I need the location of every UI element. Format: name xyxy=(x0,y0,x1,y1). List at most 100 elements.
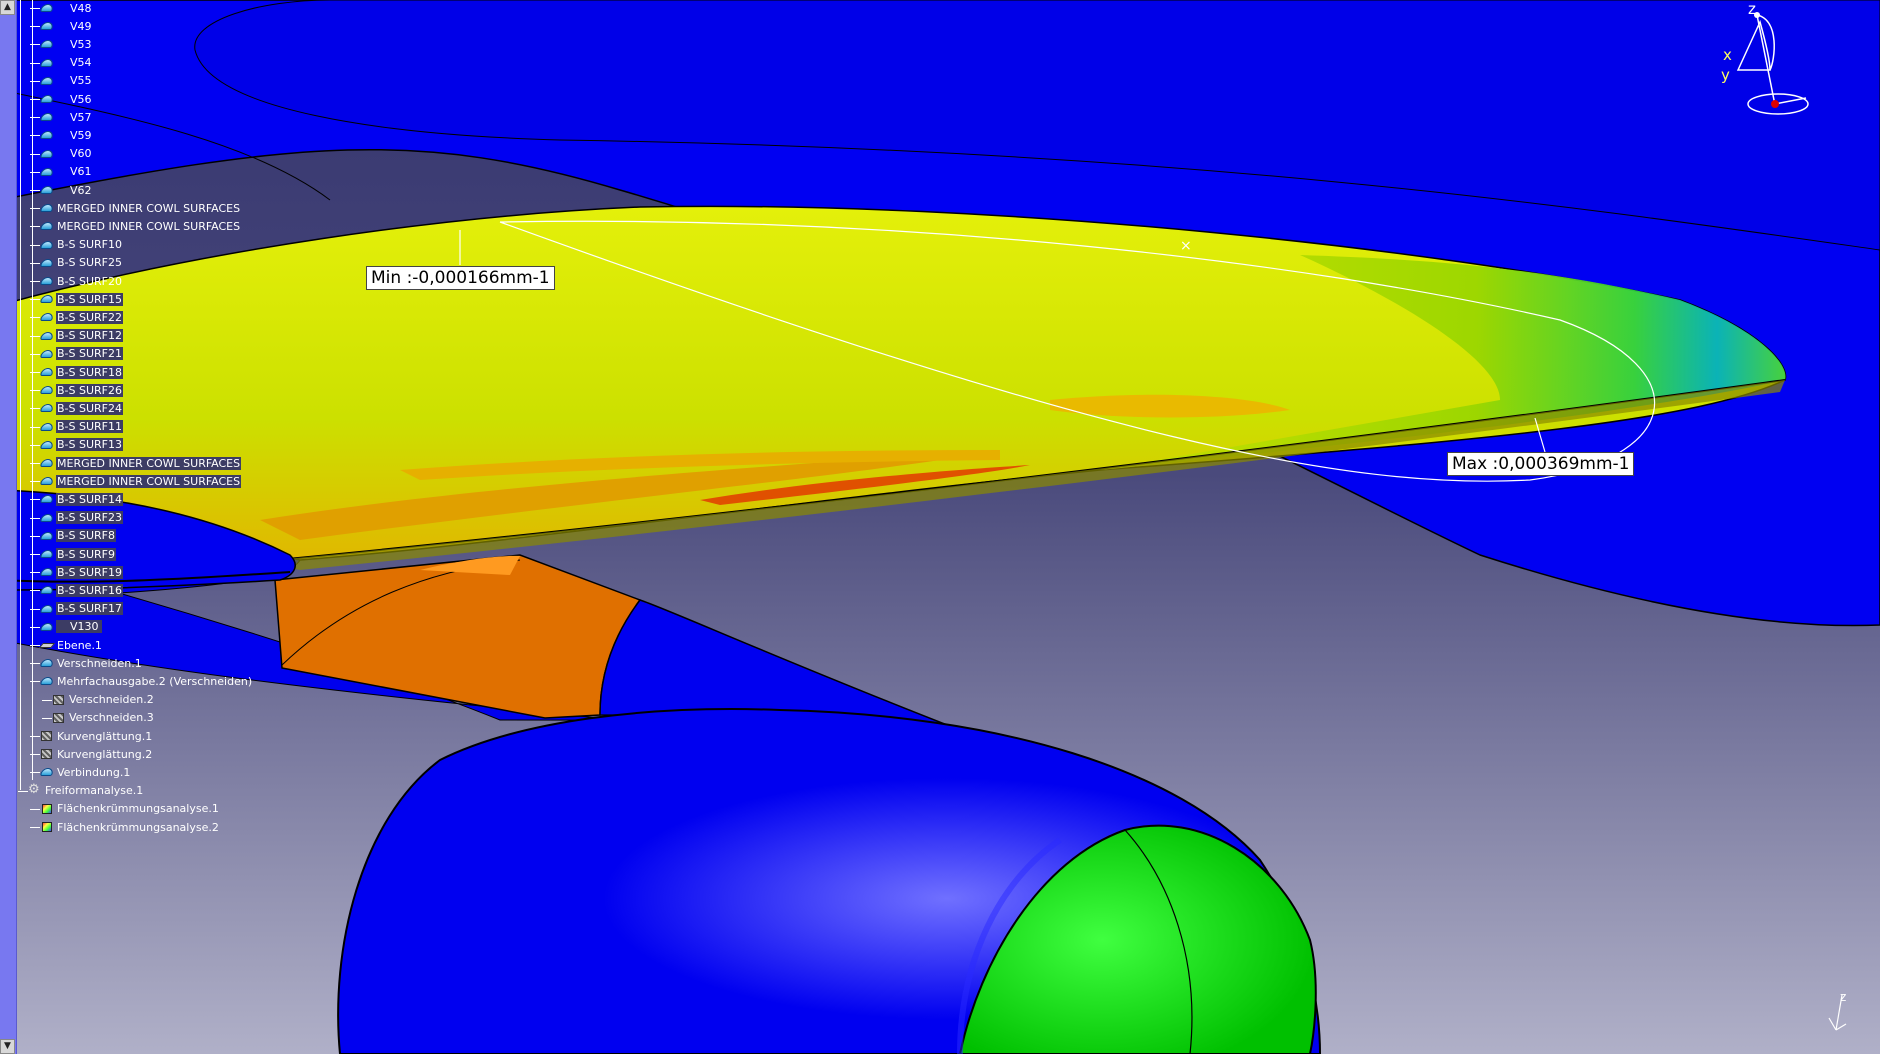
tree-node[interactable]: B-S SURF20 xyxy=(40,273,123,289)
tree-connector-line xyxy=(30,62,40,64)
tree-node[interactable]: Flächenkrümmungsanalyse.1 xyxy=(40,801,220,817)
tree-connector-line xyxy=(30,444,40,446)
surface-icon xyxy=(40,766,54,778)
tree-node-label: V56 xyxy=(70,92,92,106)
tree-connector-line xyxy=(30,463,40,464)
tree-node-label: Verschneiden.3 xyxy=(69,711,154,725)
specification-tree[interactable]: V48 V49 V53 V54 V55 V56 V57 V59 V60 V61 V62 MERGED … xyxy=(0,0,260,1054)
tree-node[interactable]: V53 xyxy=(40,36,101,52)
tree-node[interactable]: MERGED INNER COWL SURFACES xyxy=(40,218,241,234)
tree-node-label: Verschneiden.1 xyxy=(57,656,142,670)
tree-node[interactable]: B-S SURF10 xyxy=(40,237,123,253)
surface-icon xyxy=(40,311,54,323)
tree-node[interactable]: Freiformanalyse.1 xyxy=(28,782,144,799)
tree-node[interactable]: Kurvenglättung.2 xyxy=(40,746,153,762)
tree-node[interactable]: Flächenkrümmungsanalyse.2 xyxy=(40,819,220,835)
tree-node-label: Verbindung.1 xyxy=(57,765,131,779)
surface-icon xyxy=(40,366,54,378)
3d-viewport[interactable]: × xyxy=(0,0,1880,1054)
surface-icon xyxy=(40,166,54,178)
tree-node-label: Mehrfachausgabe.2 (Verschneiden) xyxy=(57,674,253,688)
tree-node-label: B-S SURF25 xyxy=(57,256,122,270)
tree-node[interactable]: MERGED INNER COWL SURFACES xyxy=(40,200,241,216)
surface-icon xyxy=(40,421,54,433)
tree-connector-line xyxy=(30,736,40,737)
tree-node[interactable]: V130 xyxy=(40,619,102,635)
tree-node[interactable]: Verschneiden.1 xyxy=(40,655,143,671)
scroll-up-button[interactable]: ▲ xyxy=(0,0,15,15)
svg-text:×: × xyxy=(1180,238,1192,254)
tree-connector-line xyxy=(30,26,40,28)
tree-node-label: Flächenkrümmungsanalyse.1 xyxy=(57,802,219,816)
tree-node-label: B-S SURF12 xyxy=(56,329,123,343)
tree-node[interactable]: B-S SURF19 xyxy=(40,564,123,580)
tree-connector-line xyxy=(30,772,40,774)
surface-icon xyxy=(40,202,54,214)
tree-node[interactable]: B-S SURF23 xyxy=(40,510,123,526)
surface-icon xyxy=(40,220,54,232)
surface-icon xyxy=(40,184,54,196)
tree-node[interactable]: MERGED INNER COWL SURFACES xyxy=(40,473,242,489)
tree-node[interactable]: V55 xyxy=(40,73,101,89)
scroll-down-button[interactable]: ▼ xyxy=(0,1039,15,1054)
tree-node[interactable]: MERGED INNER COWL SURFACES xyxy=(40,455,242,471)
tree-node[interactable]: Verbindung.1 xyxy=(40,764,131,780)
tree-node[interactable]: V59 xyxy=(40,127,101,143)
tree-node[interactable]: B-S SURF13 xyxy=(40,437,123,453)
tree-node-label: MERGED INNER COWL SURFACES xyxy=(57,219,241,233)
tree-node[interactable]: V48 xyxy=(40,0,101,16)
surface-icon xyxy=(40,57,54,69)
tree-node-label: B-S SURF8 xyxy=(56,529,116,543)
tree-node[interactable]: Ebene.1 xyxy=(40,637,103,653)
tree-connector-line xyxy=(30,590,40,592)
tree-node[interactable]: Verschneiden.3 xyxy=(52,710,155,726)
tree-node[interactable]: V56 xyxy=(40,91,101,107)
tree-node[interactable]: B-S SURF12 xyxy=(40,328,123,344)
tree-node[interactable]: B-S SURF16 xyxy=(40,582,123,598)
tree-connector-line xyxy=(30,426,40,428)
tree-node[interactable]: B-S SURF9 xyxy=(40,546,116,562)
tree-connector-line xyxy=(30,44,40,46)
tree-node[interactable]: B-S SURF24 xyxy=(40,400,123,416)
tree-scrollbar[interactable]: ▲ ▼ xyxy=(0,0,17,1054)
tree-connector-line xyxy=(30,190,40,191)
tree-node[interactable]: B-S SURF14 xyxy=(40,491,123,507)
tree-node[interactable]: V60 xyxy=(40,146,101,162)
tree-node[interactable]: B-S SURF15 xyxy=(40,291,123,307)
tree-connector-line xyxy=(42,717,52,719)
tree-connector-line xyxy=(30,8,40,9)
surface-icon xyxy=(40,38,54,50)
tree-node[interactable]: B-S SURF11 xyxy=(40,419,123,435)
tree-node[interactable]: V49 xyxy=(40,18,101,34)
surface-icon xyxy=(40,584,54,596)
tree-node[interactable]: B-S SURF21 xyxy=(40,346,123,362)
tree-connector-line xyxy=(30,153,40,155)
tree-node[interactable]: B-S SURF18 xyxy=(40,364,123,380)
tree-connector-line xyxy=(18,790,28,792)
tree-node[interactable]: B-S SURF17 xyxy=(40,601,123,617)
tree-node[interactable]: Kurvenglättung.1 xyxy=(40,728,153,744)
tree-node[interactable]: Mehrfachausgabe.2 (Verschneiden) xyxy=(40,673,253,689)
tree-node[interactable]: B-S SURF22 xyxy=(40,309,123,325)
tree-connector-line xyxy=(30,390,40,392)
surface-icon xyxy=(40,257,54,269)
tree-node[interactable]: B-S SURF25 xyxy=(40,255,123,271)
max-curvature-label: Max :0,000369mm-1 xyxy=(1447,452,1635,476)
tree-node[interactable]: Verschneiden.2 xyxy=(52,692,155,708)
tree-node-label: B-S SURF16 xyxy=(56,583,123,597)
surface-icon xyxy=(40,129,54,141)
surface-icon xyxy=(40,566,54,578)
tree-node[interactable]: V54 xyxy=(40,55,101,71)
tree-connector-line xyxy=(30,608,40,610)
tree-node[interactable]: V57 xyxy=(40,109,101,125)
tree-node-label: B-S SURF21 xyxy=(56,347,123,361)
tree-connector-line xyxy=(30,335,40,337)
tree-node[interactable]: V62 xyxy=(40,182,101,198)
tree-node-label: Ebene.1 xyxy=(57,638,102,652)
surface-icon xyxy=(40,548,54,560)
tree-node[interactable]: B-S SURF26 xyxy=(40,382,123,398)
tree-node-label: V53 xyxy=(70,37,92,51)
tree-node[interactable]: B-S SURF8 xyxy=(40,528,116,544)
tree-node[interactable]: V61 xyxy=(40,164,101,180)
tree-connector-line xyxy=(30,681,40,683)
